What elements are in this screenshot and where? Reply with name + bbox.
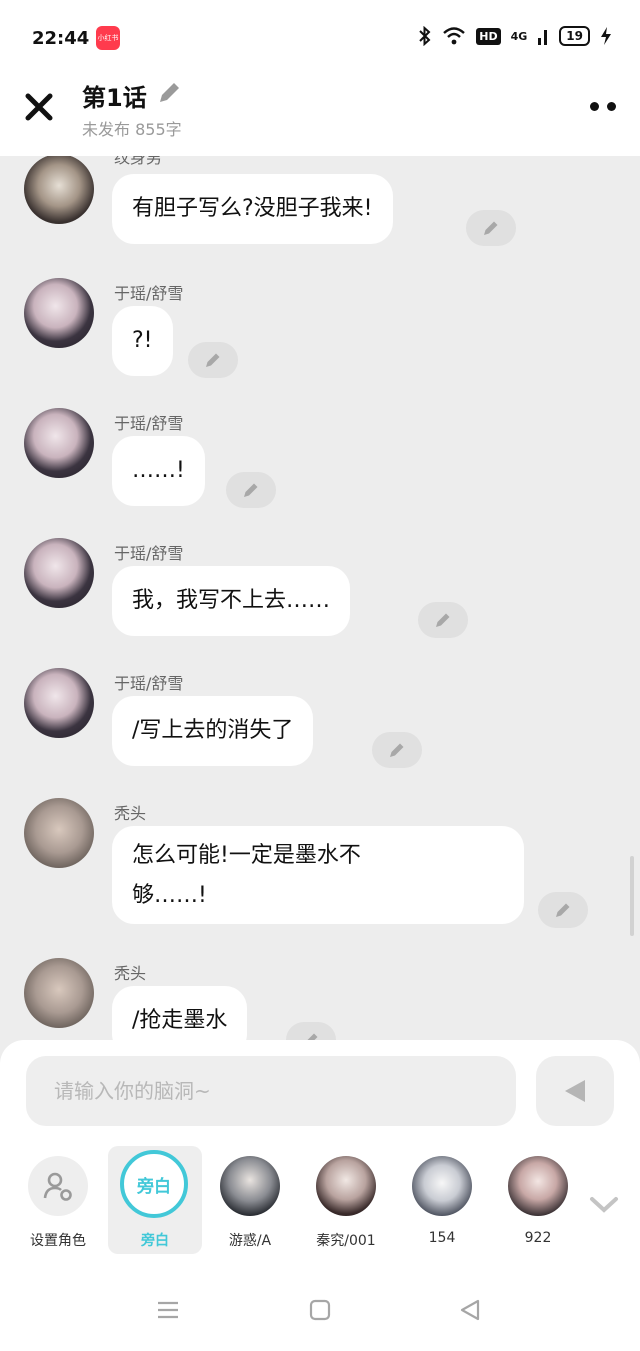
chat-message: 于瑶/舒雪 ?!	[0, 276, 640, 396]
message-text: ?!	[132, 328, 153, 353]
charging-icon	[601, 27, 611, 45]
sender-name: 于瑶/舒雪	[114, 544, 184, 563]
chat-message: 秃头 怎么可能!一定是墨水不 够……!	[0, 796, 640, 946]
message-input[interactable]	[26, 1056, 516, 1126]
sender-name: 纹身男	[114, 156, 163, 167]
message-bubble[interactable]: /写上去的消失了	[112, 696, 314, 766]
pencil-icon	[390, 743, 404, 757]
avatar[interactable]	[24, 798, 94, 868]
back-icon[interactable]	[458, 1298, 482, 1322]
avatar[interactable]	[24, 156, 94, 224]
message-bubble[interactable]: 我，我写不上去……	[112, 566, 351, 636]
more-icon[interactable]	[590, 102, 616, 111]
pencil-icon	[436, 613, 450, 627]
pencil-icon	[307, 1033, 318, 1040]
message-text: ……!	[132, 458, 185, 483]
status-icons: HD 4G 19	[418, 26, 612, 46]
edit-message-button[interactable]	[286, 1022, 336, 1040]
role-circle: 旁白	[120, 1150, 188, 1218]
network-indicator: 4G	[510, 29, 528, 43]
set-role-button[interactable]: 设置角色	[12, 1146, 104, 1254]
sender-name: 秃头	[114, 804, 147, 823]
role-character[interactable]: 游惑/A	[204, 1146, 296, 1254]
chat-message: 秃头 /抢走墨水	[0, 956, 640, 1040]
message-bubble[interactable]: ?!	[112, 306, 173, 376]
edit-message-button[interactable]	[372, 732, 422, 768]
role-character[interactable]: 154	[396, 1146, 488, 1254]
battery-indicator: 19	[559, 26, 590, 46]
pencil-icon	[206, 353, 220, 367]
message-text: 有胆子写么?没胆子我来!	[132, 196, 373, 221]
role-label: 游惑/A	[228, 1233, 272, 1249]
edit-message-button[interactable]	[538, 892, 588, 928]
avatar[interactable]	[24, 278, 94, 348]
character-avatar	[508, 1156, 568, 1216]
role-circle-text: 旁白	[137, 1176, 171, 1197]
avatar[interactable]	[24, 958, 94, 1028]
sender-name: 秃头	[114, 964, 147, 983]
menu-icon[interactable]	[156, 1298, 180, 1322]
message-text: 我，我写不上去……	[132, 588, 331, 613]
message-text-line2: 够……!	[132, 883, 207, 908]
avatar[interactable]	[24, 538, 94, 608]
status-time: 22:44	[32, 28, 90, 49]
character-avatar	[220, 1156, 280, 1216]
chapter-title: 第1话	[82, 84, 147, 112]
message-bubble[interactable]: /抢走墨水	[112, 986, 248, 1040]
message-bubble[interactable]: ……!	[112, 436, 205, 506]
user-settings-icon	[43, 1172, 72, 1201]
send-icon	[565, 1080, 585, 1102]
role-character[interactable]: 秦究/001	[300, 1146, 392, 1254]
chat-message: 纹身男 有胆子写么?没胆子我来!	[0, 156, 640, 264]
avatar[interactable]	[24, 668, 94, 738]
avatar[interactable]	[24, 408, 94, 478]
role-circle	[28, 1156, 88, 1216]
role-label: 154	[428, 1230, 456, 1246]
send-button[interactable]	[536, 1056, 614, 1126]
chapter-subtitle: 未发布 855字	[82, 120, 182, 139]
system-nav-bar	[0, 1272, 640, 1351]
chat-message: 于瑶/舒雪 /写上去的消失了	[0, 666, 640, 786]
pencil-icon	[244, 483, 258, 497]
pencil-icon	[484, 221, 498, 235]
signal-icon	[538, 30, 548, 45]
header: 第1话 未发布 855字	[0, 72, 640, 156]
edit-message-button[interactable]	[418, 602, 468, 638]
role-label: 922	[524, 1230, 552, 1246]
app-notification-icon: 小红书	[96, 26, 120, 50]
character-avatar	[412, 1156, 472, 1216]
role-selector: 设置角色 旁白 旁白 游惑/A 秦究/001 154 922	[0, 1146, 640, 1256]
wifi-icon	[443, 27, 466, 45]
role-character[interactable]: 922	[492, 1146, 584, 1254]
scrollbar[interactable]	[630, 856, 634, 936]
edit-message-button[interactable]	[188, 342, 238, 378]
sender-name: 于瑶/舒雪	[114, 414, 184, 433]
bluetooth-icon	[419, 26, 431, 46]
chat-message: 于瑶/舒雪 ……!	[0, 406, 640, 526]
sender-name: 于瑶/舒雪	[114, 674, 184, 693]
chat-area[interactable]: 纹身男 有胆子写么?没胆子我来! 于瑶/舒雪 ?! 于瑶/舒雪 ……! 于瑶/舒…	[0, 156, 640, 1040]
role-label: 旁白	[141, 1233, 169, 1249]
character-avatar	[316, 1156, 376, 1216]
hd-badge: HD	[476, 27, 501, 45]
message-text-line1: 怎么可能!一定是墨水不	[132, 843, 361, 868]
role-narrator[interactable]: 旁白 旁白	[108, 1146, 202, 1254]
chevron-down-icon[interactable]	[588, 1194, 620, 1216]
message-text: /抢走墨水	[132, 1008, 228, 1033]
close-icon[interactable]	[22, 86, 56, 126]
chat-message: 于瑶/舒雪 我，我写不上去……	[0, 536, 640, 656]
edit-title-icon[interactable]	[156, 80, 182, 106]
status-bar: 22:44 小红书 HD 4G 19	[0, 0, 640, 72]
message-bubble[interactable]: 怎么可能!一定是墨水不 够……!	[112, 826, 524, 924]
sender-name: 于瑶/舒雪	[114, 284, 184, 303]
home-icon[interactable]	[308, 1298, 332, 1322]
role-label: 设置角色	[30, 1233, 86, 1249]
edit-message-button[interactable]	[226, 472, 276, 508]
message-bubble[interactable]: 有胆子写么?没胆子我来!	[112, 174, 393, 244]
role-label: 秦究/001	[316, 1233, 376, 1249]
message-text: /写上去的消失了	[132, 718, 294, 743]
edit-message-button[interactable]	[466, 210, 516, 246]
pencil-icon	[556, 903, 570, 917]
